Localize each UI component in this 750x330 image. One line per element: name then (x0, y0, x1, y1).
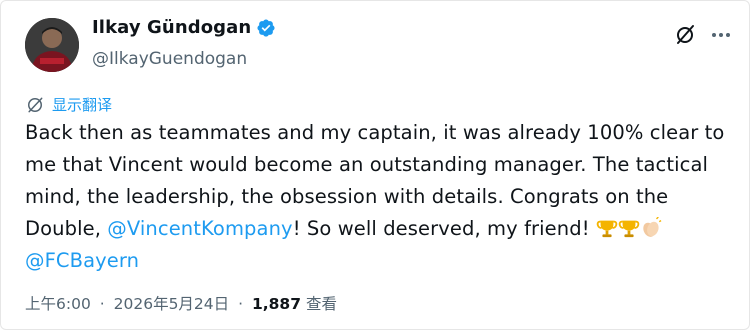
meta-separator: · (99, 295, 105, 313)
translate-icon (25, 95, 45, 115)
tweet-time[interactable]: 上午6:00 (25, 295, 91, 313)
tweet-text-part-2: ! So well deserved, my friend! (292, 217, 596, 240)
grok-icon[interactable] (673, 23, 697, 47)
clapping-hands-icon (640, 216, 662, 239)
tweet-date[interactable]: 2026年5月24日 (114, 295, 230, 313)
trophy-icon (596, 217, 618, 239)
avatar[interactable] (25, 18, 79, 72)
verified-badge-icon (256, 18, 276, 38)
author-display-name[interactable]: Ilkay Gündogan (92, 17, 251, 38)
meta-separator: · (238, 295, 244, 313)
show-translation-label[interactable]: 显示翻译 (52, 94, 112, 115)
views-count: 1,887 (251, 295, 301, 313)
tweet-card: Ilkay Gündogan @IlkayGuendogan 显示翻译 Back… (0, 0, 750, 330)
mention-vincentkompany-link[interactable]: @VincentKompany (107, 217, 292, 240)
trophy-icon (618, 217, 640, 239)
tweet-meta: 上午6:00 · 2026年5月24日 · 1,887 查看 (25, 292, 337, 314)
show-translation-button[interactable]: 显示翻译 (25, 94, 112, 115)
more-options-icon[interactable] (709, 23, 733, 47)
views-label: 查看 (305, 295, 337, 313)
author-name-row: Ilkay Gündogan (92, 17, 276, 38)
author-handle[interactable]: @IlkayGuendogan (92, 49, 247, 69)
tweet-text: Back then as teammates and my captain, i… (25, 117, 737, 277)
mention-fcbayern-link[interactable]: @FCBayern (25, 249, 139, 272)
